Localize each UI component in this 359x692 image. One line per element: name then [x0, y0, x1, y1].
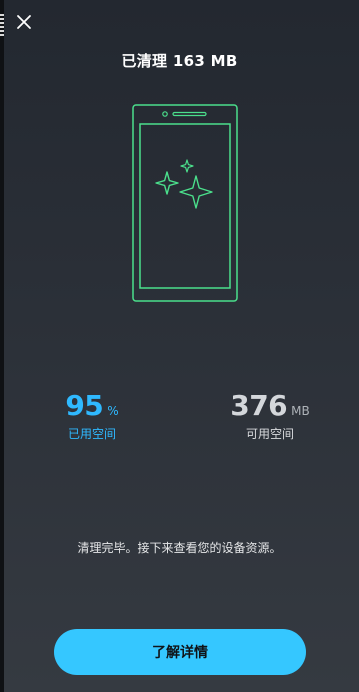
close-icon — [17, 15, 31, 29]
free-space-unit: MB — [291, 404, 310, 418]
used-space-value: 95 — [65, 389, 104, 422]
used-space-value-row: 95 % — [54, 392, 130, 420]
free-space-value-row: 376 MB — [220, 392, 320, 420]
used-space-unit: % — [107, 404, 119, 418]
free-space-stat: 376 MB 可用空间 — [220, 392, 320, 442]
learn-more-button[interactable]: 了解详情 — [54, 629, 306, 675]
used-space-stat: 95 % 已用空间 — [54, 392, 130, 442]
left-edge-indicator — [0, 14, 4, 38]
free-space-value: 376 — [230, 389, 288, 422]
free-space-label: 可用空间 — [245, 427, 294, 441]
close-button[interactable] — [12, 10, 36, 34]
completion-message: 清理完毕。接下来查看您的设备资源。 — [77, 541, 282, 555]
used-space-label: 已用空间 — [67, 427, 116, 441]
cleanup-result-screen: 已清理 163 MB 95 % 已用空间 376 MB 可用空间 清理完毕。接下… — [0, 0, 359, 692]
page-title: 已清理 163 MB — [121, 52, 238, 70]
left-edge-strip — [0, 0, 4, 692]
phone-sparkle-illustration — [132, 104, 238, 302]
